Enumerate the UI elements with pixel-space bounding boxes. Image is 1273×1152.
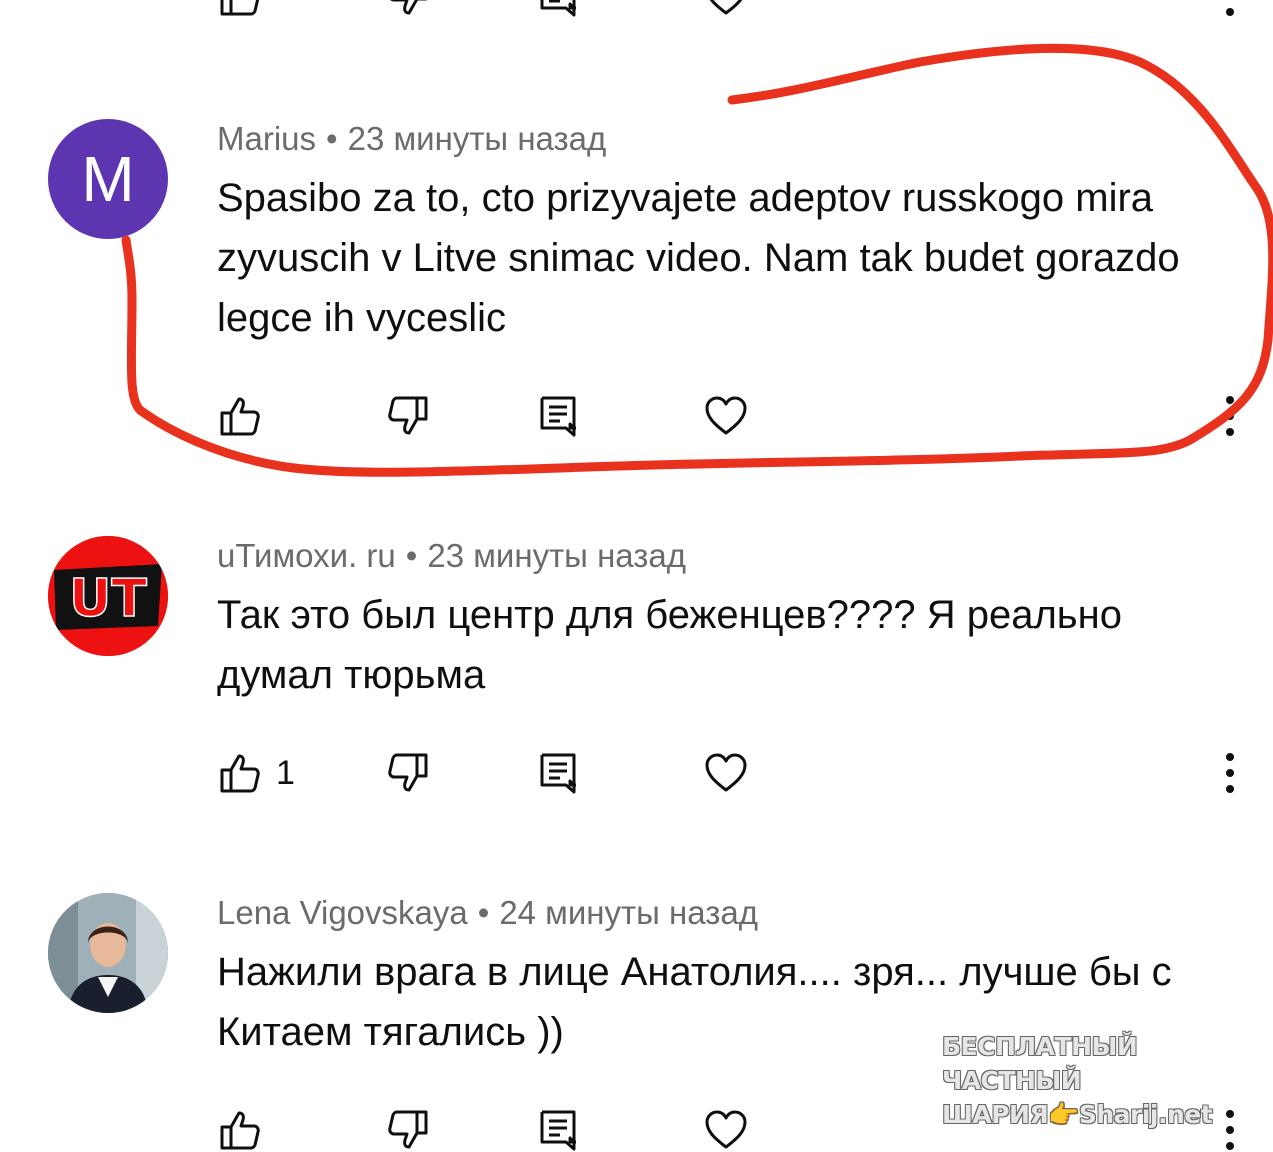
- thumbs-down-icon[interactable]: [386, 0, 430, 18]
- reply-icon[interactable]: [536, 751, 580, 795]
- thumbs-down-icon[interactable]: [386, 1108, 430, 1152]
- comment-meta: Marius • 23 минуты назад: [217, 120, 606, 158]
- reply-icon[interactable]: [536, 0, 580, 18]
- comment-meta: uТимохи. ru • 23 минуты назад: [217, 537, 686, 575]
- comment-time[interactable]: 24 минуты назад: [499, 894, 758, 931]
- heart-icon[interactable]: [704, 751, 748, 795]
- meta-separator: •: [477, 894, 490, 931]
- avatar[interactable]: UT: [48, 536, 168, 656]
- comment-time[interactable]: 23 минуты назад: [348, 120, 607, 157]
- meta-separator: •: [405, 537, 418, 574]
- comment-meta: Lena Vigovskaya • 24 минуты назад: [217, 894, 758, 932]
- watermark-line-2: ШАРИЯ👉Sharij.net: [942, 1100, 1213, 1129]
- user-photo-icon: [48, 893, 168, 1013]
- thumbs-up-icon[interactable]: [218, 751, 262, 795]
- avatar[interactable]: [48, 893, 168, 1013]
- comment-text: Так это был центр для беженцев???? Я реа…: [217, 593, 1122, 697]
- heart-icon[interactable]: [704, 394, 748, 438]
- comment-text: Spasibo za to, cto prizyvajete adeptov r…: [217, 176, 1180, 340]
- thumbs-up-icon[interactable]: [218, 0, 262, 18]
- thumbs-down-icon[interactable]: [386, 394, 430, 438]
- watermark-line-1: БЕСПЛАТНЫЙ ЧАСТНЫЙ: [942, 1032, 1138, 1095]
- comment-author[interactable]: uТимохи. ru: [217, 537, 396, 574]
- avatar-letter: M: [81, 143, 135, 215]
- previous-comment-actions: [0, 0, 1273, 18]
- thumbs-up-icon[interactable]: [218, 394, 262, 438]
- more-vert-icon[interactable]: [1218, 394, 1242, 438]
- thumbs-up-icon[interactable]: [218, 1108, 262, 1152]
- avatar[interactable]: M: [48, 119, 168, 239]
- comment-time[interactable]: 23 минуты назад: [427, 537, 686, 574]
- comment-author[interactable]: Lena Vigovskaya: [217, 894, 468, 931]
- heart-icon[interactable]: [704, 0, 748, 18]
- ut-logo-icon: UT: [48, 536, 168, 656]
- comment-author[interactable]: Marius: [217, 120, 316, 157]
- reply-icon[interactable]: [536, 394, 580, 438]
- watermark: БЕСПЛАТНЫЙ ЧАСТНЫЙ ШАРИЯ👉Sharij.net: [942, 1030, 1252, 1132]
- like-count: 1: [276, 754, 295, 792]
- more-vert-icon[interactable]: [1218, 751, 1242, 795]
- thumbs-down-icon[interactable]: [386, 751, 430, 795]
- reply-icon[interactable]: [536, 1108, 580, 1152]
- heart-icon[interactable]: [704, 1108, 748, 1152]
- ut-logo-letters: UT: [69, 569, 147, 629]
- meta-separator: •: [326, 120, 338, 157]
- more-vert-icon[interactable]: [1218, 0, 1242, 18]
